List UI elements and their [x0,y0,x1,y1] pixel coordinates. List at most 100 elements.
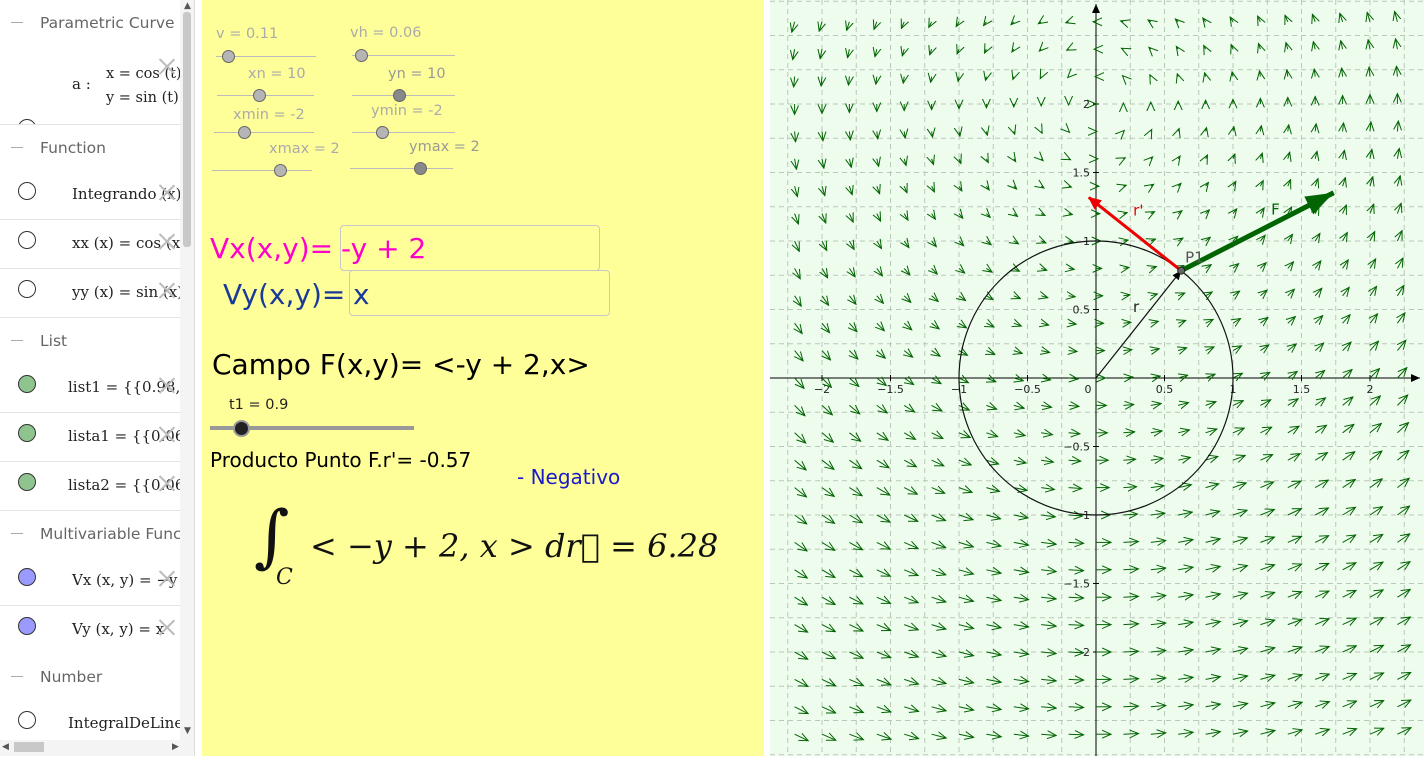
slider-caption: xmax = 2 [269,141,340,157]
delete-icon[interactable] [158,376,176,394]
visibility-toggle[interactable] [18,568,36,586]
field-arrow [1123,185,1126,186]
field-arrow [1206,292,1213,296]
slider-knob[interactable] [355,49,368,62]
vertical-scrollbar-thumb[interactable] [183,12,191,247]
visibility-toggle[interactable] [18,231,36,249]
visibility-toggle[interactable] [18,375,36,393]
slider-track[interactable] [212,170,312,171]
visibility-toggle[interactable] [18,617,36,635]
field-arrow [1205,73,1206,77]
algebra-item-curve-a[interactable]: a : x = cos (t) y = sin (t) [0,46,180,125]
delete-icon[interactable] [158,474,176,492]
slider-knob[interactable] [238,126,251,139]
section-function[interactable]: Function [0,125,180,172]
collapse-icon[interactable] [11,22,23,23]
algebra-item-integral[interactable]: IntegralDeLinea [0,700,180,741]
delete-icon[interactable] [158,183,176,201]
field-arrow [1369,728,1384,734]
field-arrow [1315,646,1329,652]
field-arrow [849,214,853,222]
horizontal-scrollbar-thumb[interactable] [14,742,44,752]
field-arrow [1369,534,1383,542]
field-arrow [1150,75,1151,77]
field-arrow [932,351,940,357]
field-arrow [904,734,918,738]
section-list[interactable]: List [0,318,180,365]
field-arrow [1342,424,1354,434]
section-parametric-curve[interactable]: Parametric Curve [0,0,180,47]
scroll-down-icon[interactable]: ▼ [184,726,191,736]
slider-knob[interactable] [253,89,266,102]
delete-icon[interactable] [158,281,176,299]
field-arrow [1260,126,1261,132]
section-multivariable[interactable]: Multivariable Functi [0,511,192,558]
slider-knob[interactable] [393,89,406,102]
field-arrow [1369,369,1379,379]
slider-knob[interactable] [233,420,250,437]
field-arrow [1288,234,1293,241]
field-arrow [1069,351,1077,352]
field-arrow [876,515,890,522]
vy-input-field[interactable] [349,270,610,316]
field-arrow [1233,291,1240,296]
algebra-item-list1[interactable]: list1 = {{0.98, [0,364,180,413]
delete-icon[interactable] [158,57,176,75]
algebra-item-yy[interactable]: yy (x) = sin (x) [0,269,180,318]
collapse-icon[interactable] [11,340,23,341]
slider-track[interactable] [214,132,314,133]
field-arrow [847,22,850,30]
field-arrow [1260,455,1272,461]
field-arrow [793,49,795,59]
section-number[interactable]: Number [0,654,180,701]
collapse-icon[interactable] [11,147,23,148]
field-arrow [904,159,906,166]
visibility-toggle[interactable] [18,711,36,729]
field-arrow [903,542,918,548]
delete-icon[interactable] [158,425,176,443]
vy-input-value[interactable]: x [353,278,370,311]
algebra-item-integrando[interactable]: Integrando (x) [0,171,180,220]
field-arrow [932,378,941,384]
vector-field-plot[interactable]: −2 −1.5 −1 −0.5 0 0.5 1 1.5 221.510.5−0.5−1−1.5−… [770,0,1424,756]
visibility-toggle[interactable] [18,280,36,298]
field-arrow [1178,430,1189,433]
delete-icon[interactable] [158,569,176,587]
visibility-toggle[interactable] [18,473,36,491]
visibility-toggle[interactable] [18,182,36,200]
algebra-item-xx[interactable]: xx (x) = cos (x [0,220,180,269]
graphics-view-1[interactable]: −2 −1.5 −1 −0.5 0 0.5 1 1.5 2 2 1.5 1 0.5 −0.5 −1 −1.5−… [770,0,1424,756]
algebra-item-lista1[interactable]: lista1 = {{0.06, [0,413,180,462]
graphics-view-2: v = 0.11 vh = 0.06 xn = 10 yn = 10 xmin … [202,0,764,756]
slider-track[interactable] [350,168,453,169]
field-arrow [1205,732,1221,735]
collapse-icon[interactable] [11,676,23,677]
vx-input-value[interactable]: -y + 2 [341,232,426,265]
scroll-right-icon[interactable]: ▶ [172,742,179,752]
slider-track[interactable] [352,132,455,133]
visibility-toggle[interactable] [18,424,36,442]
slider-knob[interactable] [376,126,389,139]
field-arrow [1150,431,1162,433]
collapse-icon[interactable] [11,533,23,534]
slider-knob[interactable] [222,50,235,63]
field-arrow [1342,590,1356,597]
field-arrow [876,625,891,631]
item-definition: IntegralDeLinea [68,714,180,732]
field-arrow [932,186,935,192]
scroll-up-icon[interactable]: ▲ [184,1,191,11]
algebra-item-lista2[interactable]: lista2 = {{0.06, [0,462,180,511]
delete-icon[interactable] [158,618,176,636]
algebra-item-vx[interactable]: Vx (x, y) = −y [0,557,180,606]
slider-knob[interactable] [414,162,427,175]
scroll-left-icon[interactable]: ◀ [2,742,9,752]
field-arrow [1370,122,1371,132]
slider-knob[interactable] [274,164,287,177]
delete-icon[interactable] [158,232,176,250]
field-arrow [821,514,835,523]
slider-caption: ymin = -2 [371,103,443,119]
algebra-item-vy[interactable]: Vy (x, y) = x [0,606,180,655]
field-arrow [1178,238,1183,241]
field-arrow [877,241,882,249]
field-arrow [1205,566,1221,569]
